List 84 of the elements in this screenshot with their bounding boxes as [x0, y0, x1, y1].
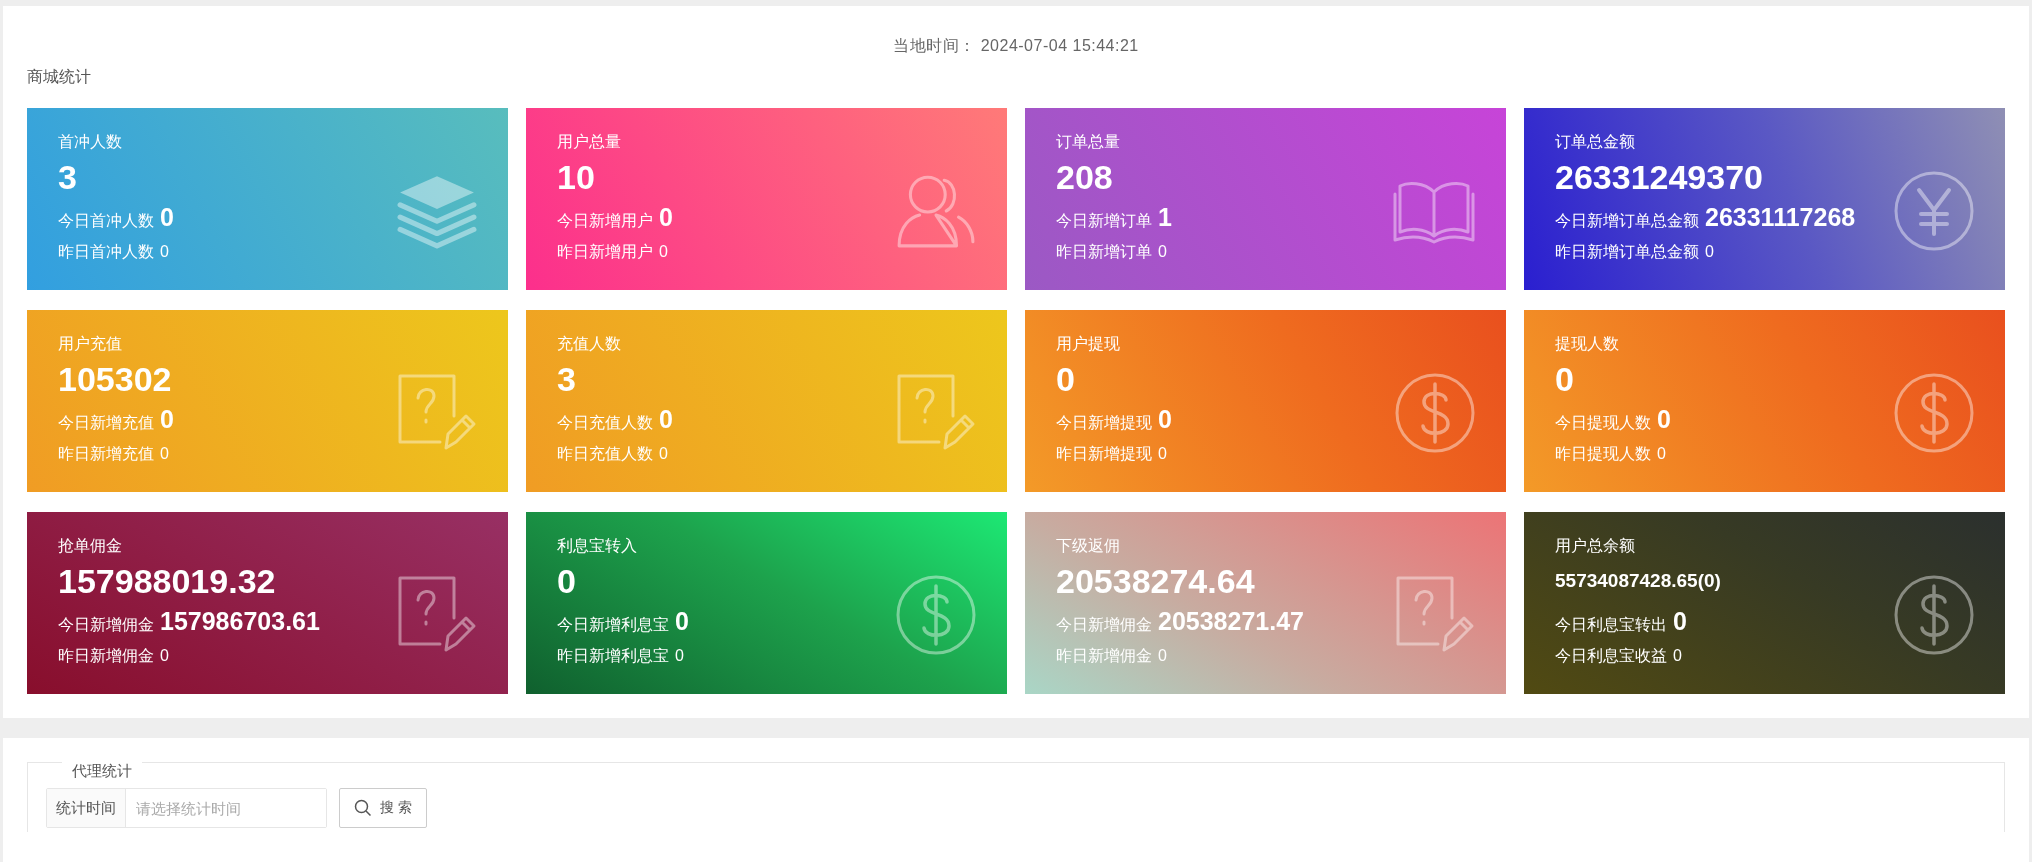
today-label: 今日新增佣金: [1056, 615, 1152, 635]
second-label: 昨日新增佣金: [58, 646, 154, 666]
section-title: 商城统计: [27, 67, 92, 87]
second-label: 昨日新增充值: [58, 444, 154, 464]
card-title: 提现人数: [1555, 334, 1620, 354]
card-title: 下级返佣: [1056, 536, 1121, 556]
card-value: 0: [1555, 359, 1575, 400]
second-value: 0: [1673, 647, 1682, 665]
card-value: 157988019.32: [58, 561, 277, 602]
second-value: 0: [160, 445, 169, 463]
dollar-icon: [895, 574, 977, 656]
today-value: 20538271.47: [1158, 607, 1304, 636]
card-title: 利息宝转入: [557, 536, 638, 556]
card-title: 抢单佣金: [58, 536, 123, 556]
dollar-icon: [1893, 372, 1975, 454]
card-title: 用户总量: [557, 132, 622, 152]
card-value: 105302: [58, 359, 173, 400]
second-label: 昨日首冲人数: [58, 242, 154, 262]
dollar-icon: [1394, 372, 1476, 454]
today-label: 今日新增充值: [58, 413, 154, 433]
second-label: 昨日提现人数: [1555, 444, 1651, 464]
card-value: 20538274.64: [1056, 561, 1256, 602]
card-value: 0: [557, 561, 577, 602]
today-value: 0: [659, 405, 673, 434]
card-title: 用户总余额: [1555, 536, 1636, 556]
field-label: 统计时间: [47, 789, 126, 827]
card-value: 3: [557, 359, 577, 400]
today-value: 0: [659, 203, 673, 232]
second-label: 昨日新增用户: [557, 242, 653, 262]
today-label: 今日提现人数: [1555, 413, 1651, 433]
card-title: 用户充值: [58, 334, 123, 354]
today-label: 今日利息宝转出: [1555, 615, 1667, 635]
second-label: 昨日新增订单: [1056, 242, 1152, 262]
second-value: 0: [1158, 243, 1167, 261]
card-title: 订单总量: [1056, 132, 1121, 152]
second-label: 今日利息宝收益: [1555, 646, 1667, 666]
second-label: 昨日新增提现: [1056, 444, 1152, 464]
today-label: 今日新增订单总金额: [1555, 211, 1699, 231]
today-label: 今日新增提现: [1056, 413, 1152, 433]
today-label: 今日新增利息宝: [557, 615, 669, 635]
card-title: 充值人数: [557, 334, 622, 354]
second-value: 0: [160, 243, 169, 261]
yen-icon: [1893, 170, 1975, 252]
second-value: 0: [659, 243, 668, 261]
today-label: 今日首冲人数: [58, 211, 154, 231]
today-label: 今日新增用户: [557, 211, 653, 231]
section-legend: 代理统计: [62, 762, 142, 781]
card-title: 订单总金额: [1555, 132, 1636, 152]
today-label: 今日新增佣金: [58, 615, 154, 635]
second-label: 昨日充值人数: [557, 444, 653, 464]
second-value: 0: [1158, 445, 1167, 463]
search-button[interactable]: 搜 索: [339, 788, 427, 828]
second-value: 0: [659, 445, 668, 463]
search-icon: [354, 799, 372, 817]
local-time: 当地时间： 2024-07-04 15:44:21: [892, 36, 1140, 56]
today-value: 0: [1673, 607, 1687, 636]
date-field[interactable]: 统计时间 请选择统计时间: [46, 788, 327, 828]
card-title: 首冲人数: [58, 132, 123, 152]
today-value: 0: [1657, 405, 1671, 434]
today-value: 1: [1158, 203, 1172, 232]
card-value: 0: [1056, 359, 1076, 400]
today-value: 0: [160, 203, 174, 232]
today-value: 0: [1158, 405, 1172, 434]
second-label: 昨日新增佣金: [1056, 646, 1152, 666]
today-value: 0: [160, 405, 174, 434]
today-label: 今日新增订单: [1056, 211, 1152, 231]
card-title: 用户提现: [1056, 334, 1121, 354]
card-value: 26331249370: [1555, 157, 1764, 198]
today-value: 0: [675, 607, 689, 636]
second-label: 昨日新增利息宝: [557, 646, 669, 666]
card-value: 55734087428.65(0): [1555, 569, 1721, 593]
dollar-icon: [1893, 574, 1975, 656]
second-value: 0: [1158, 647, 1167, 665]
card-value: 3: [58, 157, 78, 198]
second-value: 0: [675, 647, 684, 665]
today-value: 26331117268: [1705, 203, 1856, 232]
second-value: 0: [160, 647, 169, 665]
second-label: 昨日新增订单总金额: [1555, 242, 1699, 262]
card-value: 208: [1056, 157, 1114, 198]
second-value: 0: [1705, 243, 1714, 261]
card-value: 10: [557, 157, 596, 198]
second-value: 0: [1657, 445, 1666, 463]
today-label: 今日充值人数: [557, 413, 653, 433]
today-value: 157986703.61: [160, 607, 320, 636]
